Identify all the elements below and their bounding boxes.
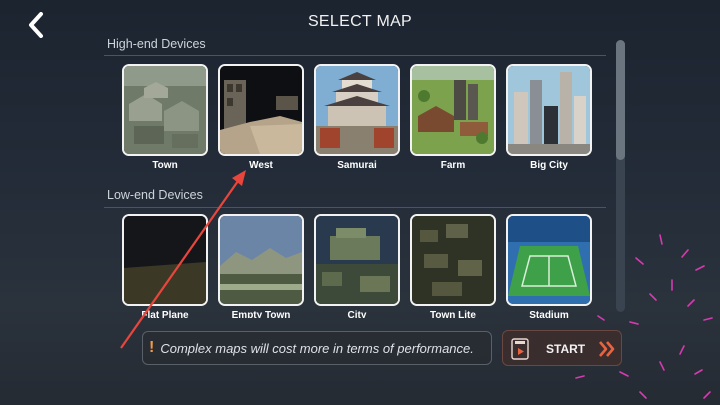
map-thumbnail (410, 214, 496, 306)
start-button[interactable]: START (502, 330, 622, 366)
section-label-low-end: Low-end Devices (107, 188, 203, 202)
map-card-west[interactable]: West (218, 64, 304, 171)
scrollbar[interactable] (616, 40, 625, 312)
map-name: Big City (530, 160, 568, 171)
map-thumbnail (506, 64, 592, 156)
exclamation-icon: ! (149, 339, 155, 356)
map-thumbnail (506, 214, 592, 306)
section-divider (104, 207, 606, 208)
map-card-samurai[interactable]: Samurai (314, 64, 400, 171)
map-name: Farm (440, 160, 466, 171)
map-card-empty-town[interactable]: Empty Town (218, 214, 304, 318)
map-card-city[interactable]: City (314, 214, 400, 318)
map-thumbnail (218, 214, 304, 306)
video-ad-icon (511, 338, 529, 360)
warning-text: Complex maps will cost more in terms of … (160, 340, 474, 356)
map-thumbnail (122, 64, 208, 156)
map-list[interactable]: High-end Devices Town West Samurai Farm … (100, 33, 612, 318)
performance-warning: ! Complex maps will cost more in terms o… (142, 331, 492, 365)
page-title: SELECT MAP (307, 13, 413, 30)
map-name: Flat Plane (141, 310, 189, 318)
map-name: Empty Town (231, 310, 291, 318)
map-name: Stadium (529, 310, 569, 318)
map-card-farm[interactable]: Farm (410, 64, 496, 171)
map-card-town-lite[interactable]: Town Lite (410, 214, 496, 318)
map-thumbnail (410, 64, 496, 156)
section-label-high-end: High-end Devices (107, 37, 206, 51)
section-divider (104, 55, 606, 56)
map-name: Town Lite (430, 310, 476, 318)
start-label: START (546, 342, 586, 356)
double-chevron-right-icon (599, 341, 615, 357)
map-thumbnail (218, 64, 304, 156)
map-card-stadium[interactable]: Stadium (506, 214, 592, 318)
map-thumbnail (122, 214, 208, 306)
map-name: West (249, 160, 273, 171)
map-name: City (347, 310, 367, 318)
map-card-town[interactable]: Town (122, 64, 208, 171)
map-card-flat-plane[interactable]: Flat Plane (122, 214, 208, 318)
scrollbar-thumb[interactable] (616, 40, 625, 160)
map-thumbnail (314, 64, 400, 156)
map-thumbnail (314, 214, 400, 306)
map-name: Town (152, 160, 178, 171)
map-name: Samurai (337, 160, 377, 171)
map-card-big-city[interactable]: Big City (506, 64, 592, 171)
